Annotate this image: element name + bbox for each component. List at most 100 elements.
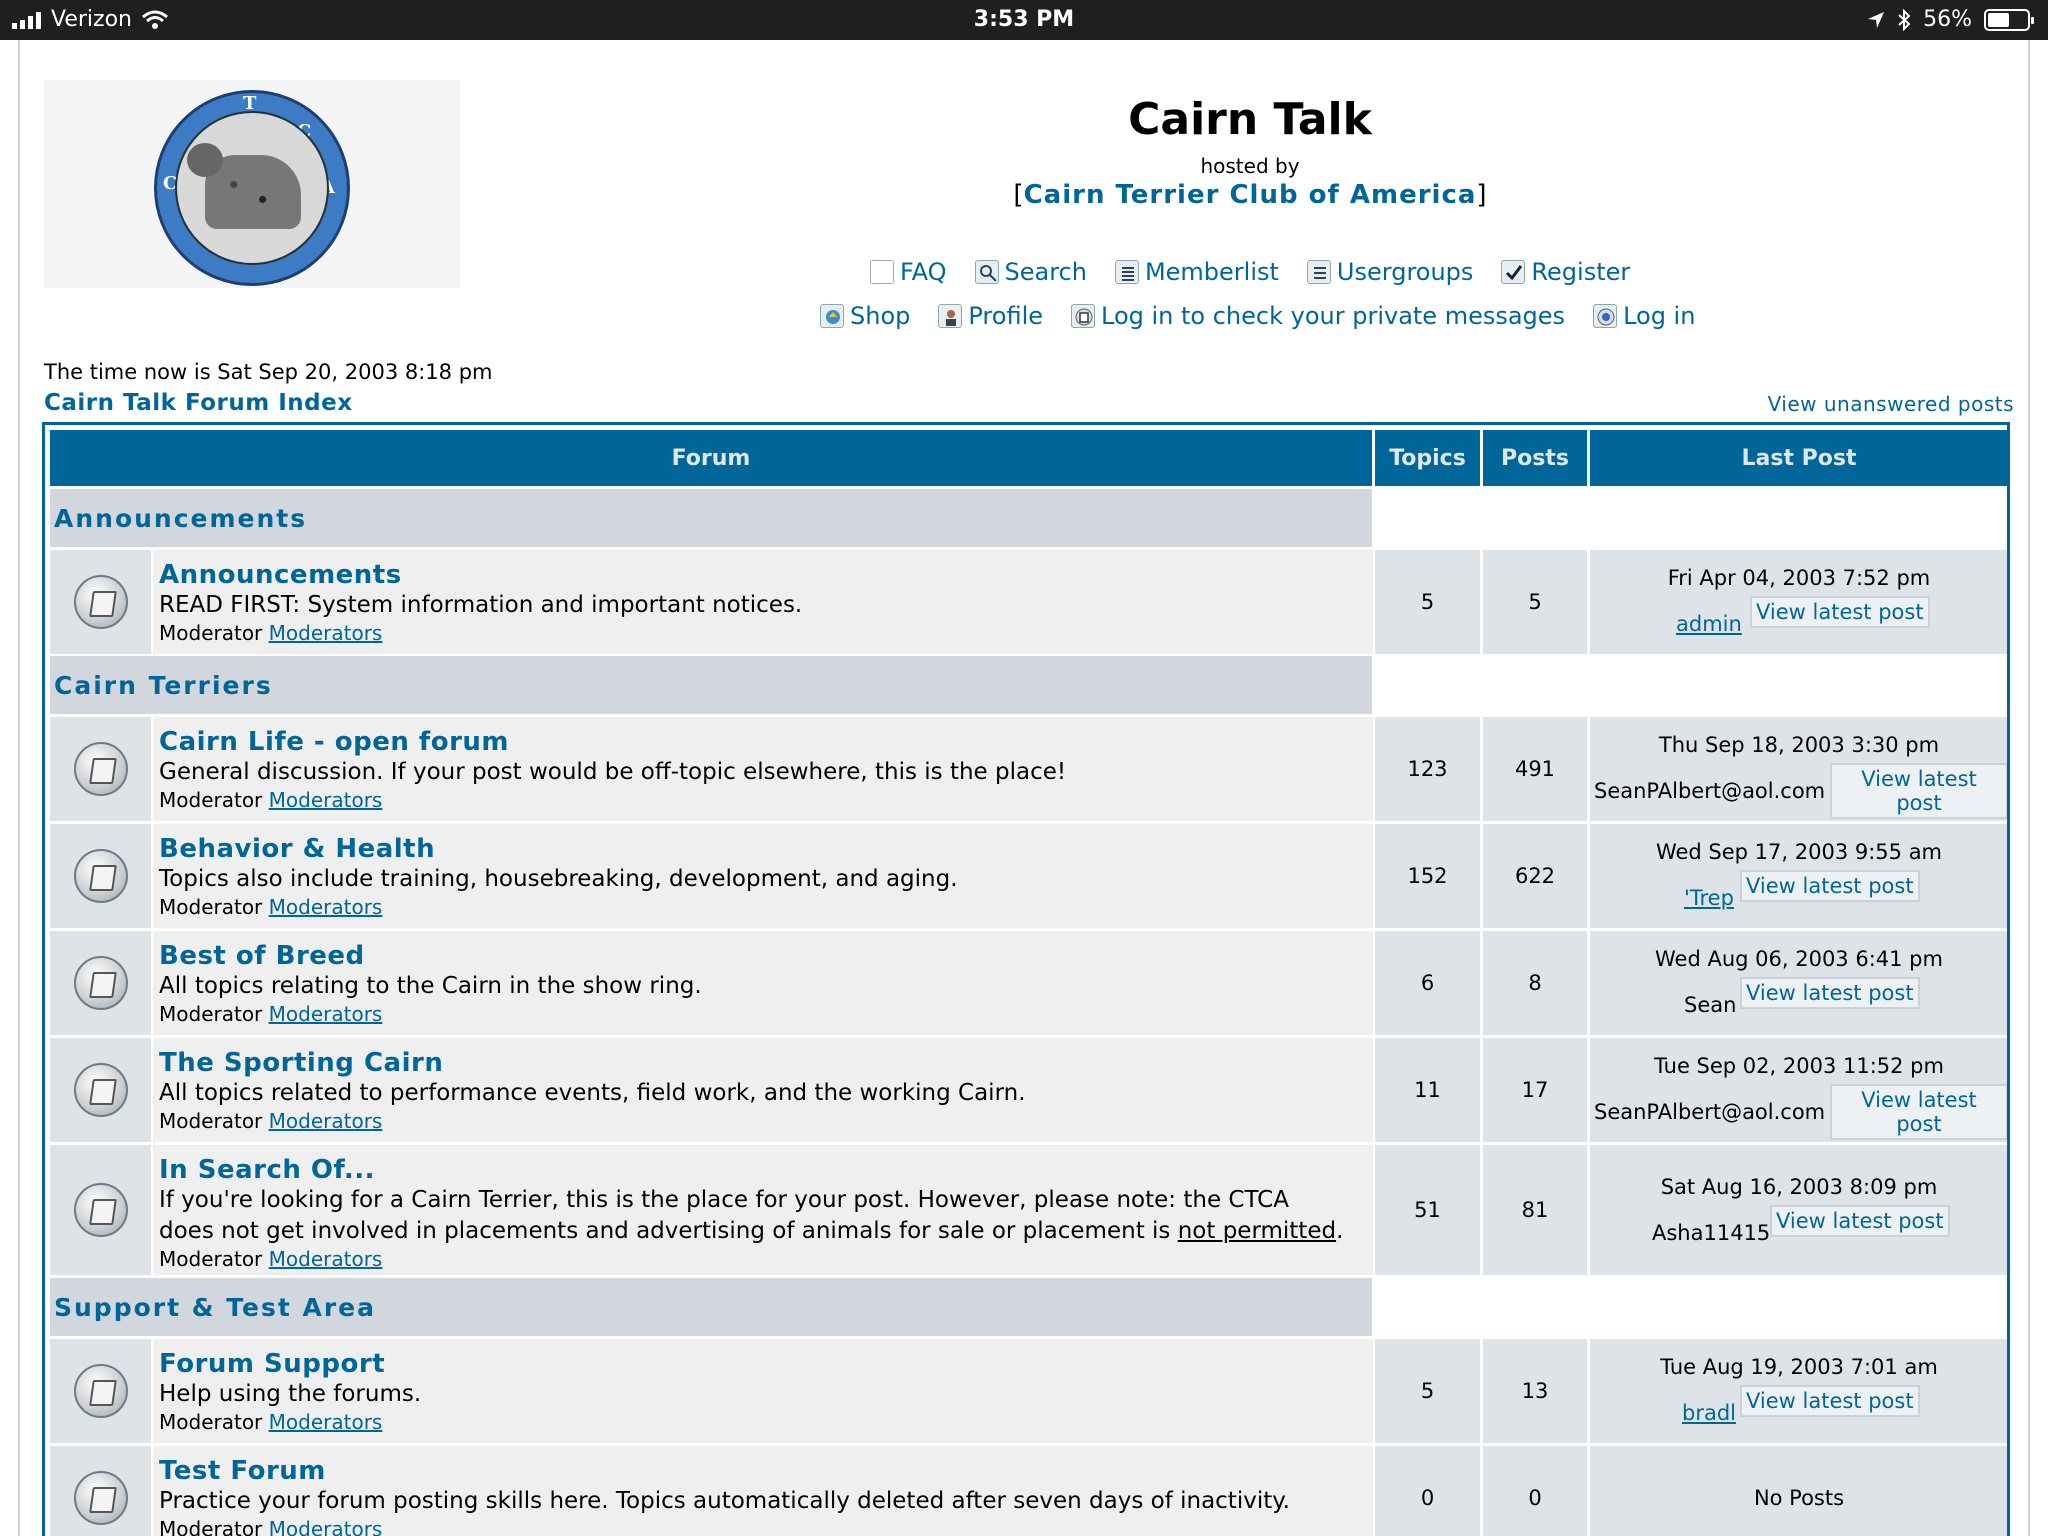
forum-title-link[interactable]: Announcements [159,560,1367,590]
battery-fill [1988,12,2010,27]
posts-count: 622 [1483,824,1587,928]
moderators-link[interactable]: Moderators [269,895,383,919]
faq-icon [870,260,894,284]
nav-memberlist[interactable]: Memberlist [1114,258,1279,286]
club-bracket-open: [ [1013,180,1024,210]
moderator-label: Moderator [159,1002,263,1026]
last-post-user-link[interactable]: 'Trep [1684,886,1734,910]
last-post-cell: Thu Sep 18, 2003 3:30 pm SeanPAlbert@aol… [1590,717,2007,821]
clock: 3:53 PM [973,7,1075,32]
forum-title-link[interactable]: Behavior & Health [159,834,1367,864]
moderators-link[interactable]: Moderators [269,621,383,645]
posts-count: 491 [1483,717,1587,821]
login-icon [1593,304,1618,328]
forum-moderator: Moderator Moderators [159,788,1367,812]
moderators-link[interactable]: Moderators [269,1247,383,1271]
moderator-label: Moderator [159,1247,263,1271]
forum-info-cell: Test Forum Practice your forum posting s… [153,1446,1373,1536]
forum-info-cell: Forum Support Help using the forums. Mod… [153,1339,1373,1443]
last-post-cell: Tue Sep 02, 2003 11:52 pm SeanPAlbert@ao… [1590,1038,2007,1142]
last-post-user-link[interactable]: bradl [1682,1401,1736,1425]
no-posts-label: No Posts [1753,1486,1845,1510]
forum-info-cell: Behavior & Health Topics also include tr… [153,824,1373,928]
nav-faq[interactable]: FAQ [870,258,947,286]
last-post-user-link[interactable]: admin [1676,612,1742,636]
forum-moderator: Moderator Moderators [159,1002,1367,1026]
last-post-cell: No Posts [1590,1446,2007,1536]
topics-count: 123 [1375,717,1480,821]
terrier-icon [187,143,301,229]
posts-count: 0 [1483,1446,1587,1536]
moderator-label: Moderator [159,621,263,645]
posts-count: 5 [1483,550,1587,654]
moderators-link[interactable]: Moderators [269,1517,383,1536]
nav-shop[interactable]: Shop [820,302,910,330]
view-latest-post-button[interactable]: View latest post [1750,596,1930,628]
posts-count: 17 [1483,1038,1587,1142]
bluetooth-icon [1898,8,1911,31]
nav-profile[interactable]: Profile [938,302,1043,330]
posts-count: 8 [1483,931,1587,1035]
forum-title-link[interactable]: The Sporting Cairn [159,1048,1367,1078]
topics-count: 11 [1375,1038,1480,1142]
last-post-cell: Sat Aug 16, 2003 8:09 pm Asha11415 View … [1590,1145,2007,1275]
forum-description-line: If you're looking for a Cairn Terrier, t… [159,1187,1289,1213]
nav-search[interactable]: Search [974,258,1087,286]
checkmark-icon [1501,260,1526,284]
last-post-cell: Tue Aug 19, 2003 7:01 am bradl View late… [1590,1339,2007,1443]
moderator-label: Moderator [159,1410,263,1434]
last-post-date: Sat Aug 16, 2003 8:09 pm [1660,1175,1938,1199]
forum-index-link[interactable]: Cairn Talk Forum Index [44,390,353,416]
category-row[interactable]: Support & Test Area [50,1278,1372,1336]
topics-count: 0 [1375,1446,1480,1536]
battery-icon [1984,8,2034,31]
forum-status-cell [50,931,151,1035]
club-link[interactable]: Cairn Terrier Club of America [1024,180,1477,210]
last-post-user: Asha11415 [1652,1221,1771,1245]
last-post-cell: Fri Apr 04, 2003 7:52 pm admin View late… [1590,550,2007,654]
location-icon [1868,11,1885,28]
category-row[interactable]: Cairn Terriers [50,656,1372,714]
last-post-date: Wed Aug 06, 2003 6:41 pm [1655,947,1943,971]
category-row[interactable]: Announcements [50,489,1372,547]
forum-description: READ FIRST: System information and impor… [159,592,803,618]
view-latest-post-button[interactable]: View latest post [1830,1084,2007,1140]
forum-title-link[interactable]: Forum Support [159,1349,1367,1379]
nav-register[interactable]: Register [1501,258,1630,286]
nav-usergroups[interactable]: Usergroups [1306,258,1473,286]
moderator-label: Moderator [159,788,263,812]
view-latest-post-button[interactable]: View latest post [1740,870,1920,902]
nav-login[interactable]: Log in [1593,302,1695,330]
view-unanswered-link[interactable]: View unanswered posts [1768,392,2014,416]
profile-icon [938,304,963,328]
forum-description: All topics relating to the Cairn in the … [159,973,702,999]
memberlist-icon [1114,260,1139,284]
view-latest-post-button[interactable]: View latest post [1830,763,2007,819]
posts-count: 13 [1483,1339,1587,1443]
moderators-link[interactable]: Moderators [269,1002,383,1026]
view-latest-post-button[interactable]: View latest post [1740,1385,1920,1417]
nav-label: Search [1004,258,1087,286]
logo-inner [175,111,329,265]
forum-status-cell [50,824,151,928]
forum-title-link[interactable]: Cairn Life - open forum [159,727,1367,757]
nav-private-messages[interactable]: Log in to check your private messages [1071,302,1565,330]
forum-folder-icon [73,1364,128,1418]
ctca-logo[interactable]: T C C A [44,80,460,288]
moderators-link[interactable]: Moderators [269,1109,383,1133]
view-latest-post-button[interactable]: View latest post [1770,1205,1950,1237]
forum-info-cell: Best of Breed All topics relating to the… [153,931,1373,1035]
forum-title-link[interactable]: Test Forum [159,1456,1367,1486]
forum-moderator: Moderator Moderators [159,1109,1367,1133]
view-latest-post-button[interactable]: View latest post [1740,977,1920,1009]
moderators-link[interactable]: Moderators [269,1410,383,1434]
last-post-date: Tue Sep 02, 2003 11:52 pm [1654,1054,1944,1078]
last-post-cell: Wed Sep 17, 2003 9:55 am 'Trep View late… [1590,824,2007,928]
forum-status-cell [50,1339,151,1443]
forum-page: T C C A Cairn Talk hosted by [Cairn Terr… [18,40,2030,1536]
forum-title-link[interactable]: Best of Breed [159,941,1367,971]
moderators-link[interactable]: Moderators [269,788,383,812]
not-permitted-text: not permitted [1177,1218,1337,1244]
forum-title-link[interactable]: In Search Of... [159,1155,1367,1185]
forum-description: Topics also include training, housebreak… [159,866,958,892]
